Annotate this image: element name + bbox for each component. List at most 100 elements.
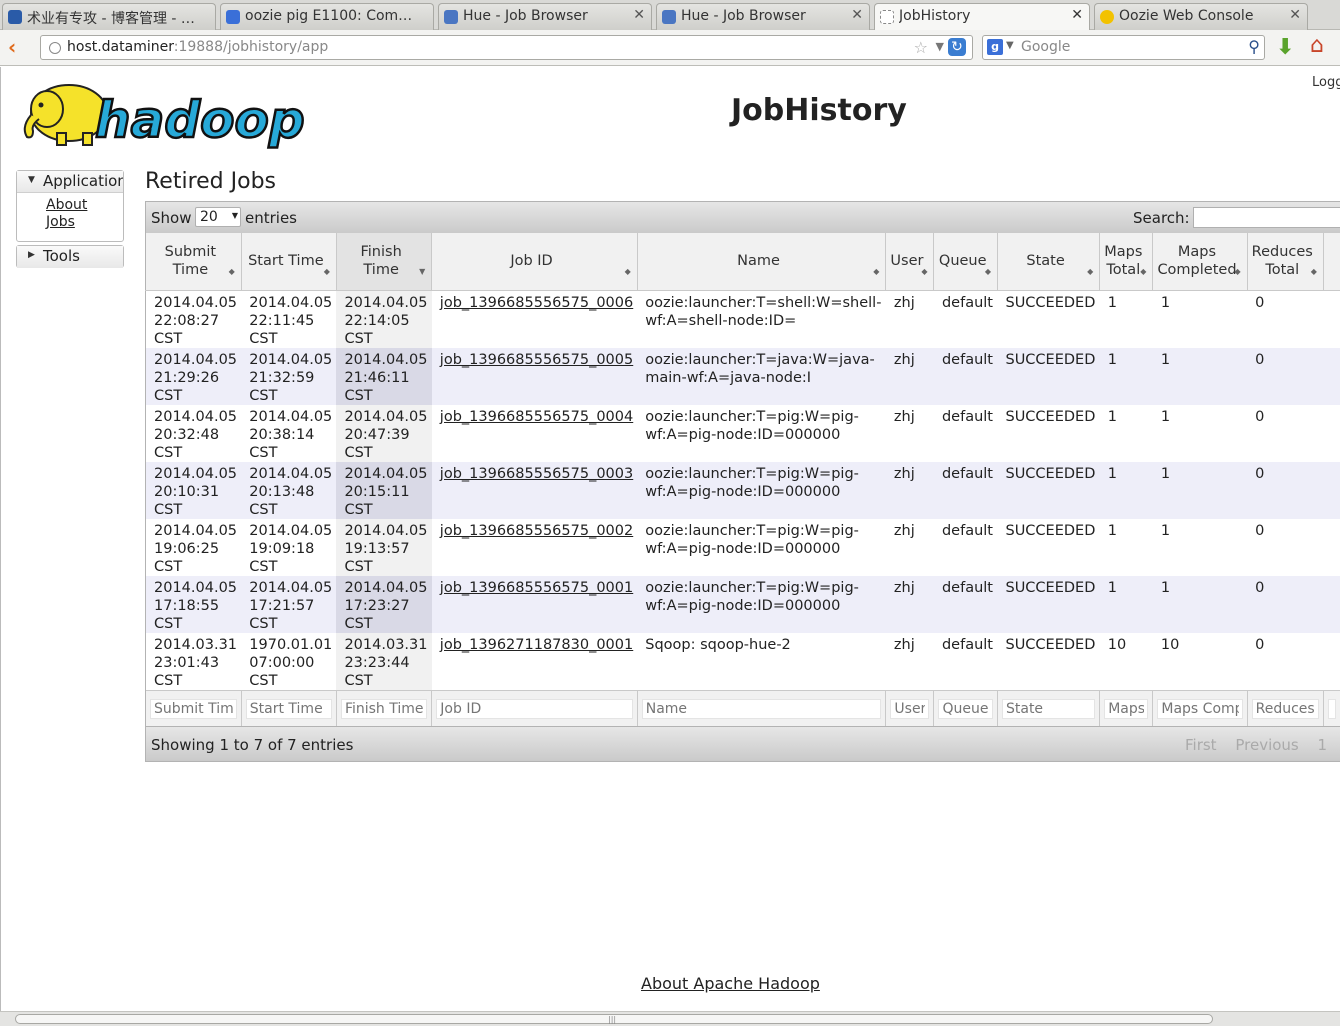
- column-header-maps-total[interactable]: Maps Total ◆: [1099, 233, 1153, 291]
- filter-maps-input[interactable]: [1104, 699, 1149, 719]
- about-hadoop-link[interactable]: About Apache Hadoop: [641, 974, 820, 993]
- job-id-link[interactable]: job_1396685556575_0003: [440, 466, 633, 482]
- nav-link-about[interactable]: About: [46, 197, 123, 214]
- cell-finish-time: 2014.04.05 22:14:05 CST: [336, 290, 432, 348]
- job-id-link[interactable]: job_1396685556575_0001: [440, 580, 633, 596]
- column-header-submit-time[interactable]: Submit Time ◆: [145, 233, 242, 291]
- table-row: 2014.04.05 20:10:31 CST 2014.04.05 20:13:…: [145, 461, 1340, 519]
- chevron-down-icon[interactable]: ▼: [1006, 40, 1014, 51]
- oozie-favicon-icon: [1100, 10, 1114, 24]
- scrollbar-thumb[interactable]: |||: [15, 1014, 1213, 1024]
- nav-application-header[interactable]: ▼ Application: [17, 171, 123, 193]
- filter-start-time-input[interactable]: [245, 699, 332, 719]
- sort-icon: ◆: [921, 266, 928, 276]
- home-icon[interactable]: ⌂: [1310, 33, 1324, 58]
- table-row: 2014.04.05 21:29:26 CST 2014.04.05 21:32:…: [145, 347, 1340, 405]
- google-search-engine-icon[interactable]: g: [987, 39, 1003, 55]
- cell-reduces-total: 0: [1247, 404, 1324, 462]
- filter-queue-input[interactable]: [938, 699, 993, 719]
- sort-icon: ◆: [1310, 266, 1317, 276]
- browser-tab[interactable]: 术业有专攻 - 博客管理 - …: [2, 3, 216, 30]
- table-row: 2014.04.05 22:08:27 CST 2014.04.05 22:11:…: [145, 290, 1340, 348]
- pagination-page-button[interactable]: 1: [1318, 736, 1328, 754]
- browser-nav-bar: ‹ host.dataminer:19888/jobhistory/app ☆ …: [0, 30, 1340, 66]
- address-bar[interactable]: host.dataminer:19888/jobhistory/app ☆ ▼ …: [40, 35, 973, 60]
- cell-reduces-total: 0: [1247, 461, 1324, 519]
- cell-maps-completed: 1: [1152, 404, 1248, 462]
- browser-tab-active[interactable]: JobHistory ✕: [874, 3, 1090, 31]
- entries-label: entries: [245, 209, 297, 227]
- column-header-name[interactable]: Name ◆: [636, 233, 886, 291]
- close-tab-icon[interactable]: ✕: [633, 7, 645, 23]
- cell-user: zhj: [885, 404, 934, 462]
- search-bar[interactable]: g ▼ Google ⚲: [982, 35, 1265, 60]
- pagination-previous-button[interactable]: Previous: [1235, 736, 1298, 754]
- column-header-finish-time[interactable]: Finish Time ▼: [335, 233, 432, 291]
- chevron-down-icon[interactable]: ▼: [936, 40, 944, 53]
- cell-maps-total: 1: [1099, 518, 1153, 576]
- cell-name: oozie:launcher:T=java:W=java-main-wf:A=j…: [637, 347, 886, 405]
- triangle-right-icon: ▶: [28, 250, 35, 260]
- browser-tab[interactable]: Hue - Job Browser ✕: [438, 3, 652, 30]
- job-id-link[interactable]: job_1396685556575_0002: [440, 523, 633, 539]
- close-tab-icon[interactable]: ✕: [1289, 7, 1301, 23]
- cell-state: SUCCEEDED: [997, 575, 1100, 633]
- browser-tab[interactable]: Hue - Job Browser ✕: [656, 3, 870, 30]
- url-host: host.dataminer: [67, 39, 174, 55]
- browser-tab[interactable]: Oozie Web Console ✕: [1094, 3, 1308, 30]
- close-tab-icon[interactable]: ✕: [851, 7, 863, 23]
- filter-finish-time-input[interactable]: [340, 699, 428, 719]
- cell-user: zhj: [885, 290, 934, 348]
- page-length-select[interactable]: 20 ▼: [195, 207, 241, 227]
- filter-more-input[interactable]: [1327, 699, 1336, 719]
- cell-reduces-total: 0: [1247, 632, 1324, 690]
- cell-start-time: 1970.01.01 07:00:00 CST: [241, 632, 337, 690]
- horizontal-scrollbar[interactable]: |||: [0, 1011, 1340, 1026]
- column-header-start-time[interactable]: Start Time ◆: [240, 233, 337, 291]
- job-id-link[interactable]: job_1396685556575_0005: [440, 352, 633, 368]
- column-header-maps-completed[interactable]: Maps Completed ◆: [1152, 233, 1248, 291]
- close-tab-icon[interactable]: ✕: [1071, 7, 1083, 23]
- column-header-reduces-total[interactable]: Reduces Total ◆: [1246, 233, 1324, 291]
- back-arrow-icon[interactable]: ‹: [8, 36, 28, 58]
- job-id-link[interactable]: job_1396271187830_0001: [440, 637, 633, 653]
- filter-job-id-input[interactable]: [436, 699, 633, 719]
- cell-maps-total: 10: [1099, 632, 1153, 690]
- job-id-link[interactable]: job_1396685556575_0006: [440, 295, 633, 311]
- cell-name: oozie:launcher:T=pig:W=pig-wf:A=pig-node…: [637, 404, 886, 462]
- filter-cell: [636, 689, 886, 729]
- job-id-link[interactable]: job_1396685556575_0004: [440, 409, 633, 425]
- tab-label: JobHistory: [899, 8, 971, 24]
- table-toolbar: Show 20 ▼ entries Search:: [145, 201, 1340, 233]
- hadoop-elephant-logo: hadoop: [23, 84, 306, 150]
- cell-name: oozie:launcher:T=pig:W=pig-wf:A=pig-node…: [637, 575, 886, 633]
- star-icon[interactable]: ☆: [914, 38, 928, 57]
- filter-cell: [1099, 689, 1153, 729]
- filter-cell: [1246, 689, 1324, 729]
- search-icon[interactable]: ⚲: [1248, 37, 1260, 56]
- filter-cell: [996, 689, 1100, 729]
- browser-tab[interactable]: oozie pig E1100: Com…: [220, 3, 434, 30]
- column-header-more[interactable]: [1322, 233, 1340, 291]
- filter-maps-completed-input[interactable]: [1157, 699, 1243, 719]
- filter-user-input[interactable]: [890, 699, 930, 719]
- column-header-user[interactable]: User ◆: [885, 233, 934, 291]
- browser-tab-bar: 术业有专攻 - 博客管理 - … oozie pig E1100: Com… H…: [0, 0, 1340, 31]
- download-icon[interactable]: ⬇: [1276, 35, 1294, 60]
- column-header-job-id[interactable]: Job ID ◆: [431, 233, 638, 291]
- nav-link-jobs[interactable]: Jobs: [46, 214, 123, 231]
- nav-tools-header[interactable]: ▶ Tools: [17, 246, 123, 268]
- table-search-input[interactable]: [1193, 207, 1340, 228]
- filter-reduces-input[interactable]: [1251, 699, 1319, 719]
- reload-icon[interactable]: ↻: [948, 38, 966, 56]
- cell-maps-total: 1: [1099, 347, 1153, 405]
- filter-state-input[interactable]: [1001, 699, 1096, 719]
- column-header-state[interactable]: State ◆: [996, 233, 1100, 291]
- nav-tools-label: Tools: [43, 247, 80, 265]
- cell-state: SUCCEEDED: [997, 461, 1100, 519]
- column-header-queue[interactable]: Queue ◆: [933, 233, 998, 291]
- filter-submit-time-input[interactable]: [150, 699, 237, 719]
- cell-queue: default: [933, 632, 998, 690]
- filter-name-input[interactable]: [641, 699, 882, 719]
- pagination-first-button[interactable]: First: [1185, 736, 1217, 754]
